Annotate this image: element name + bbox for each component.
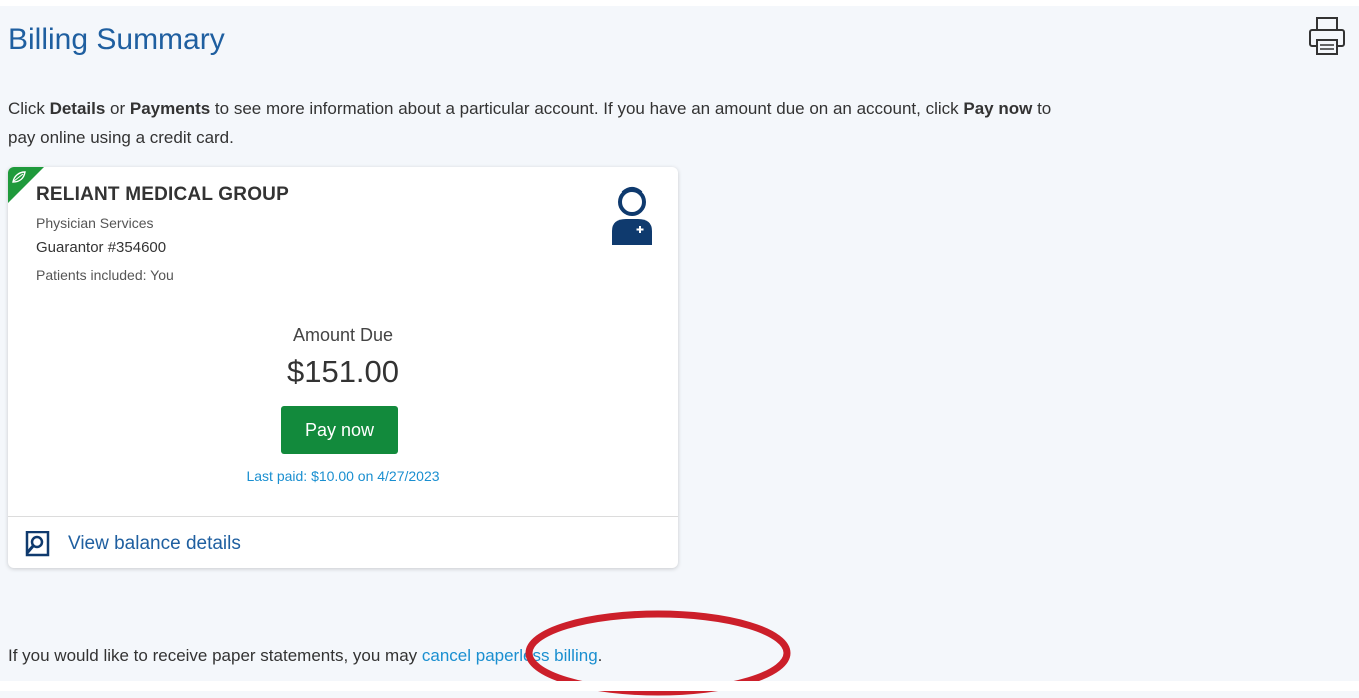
view-balance-details-label: View balance details <box>68 533 241 554</box>
last-paid-info: Last paid: $10.00 on 4/27/2023 <box>246 468 440 484</box>
bottom-strip <box>0 681 1359 691</box>
intro-line-2: pay online using a credit card. <box>8 128 234 147</box>
intro-part-4: to <box>1032 99 1052 118</box>
doctor-icon <box>610 181 654 247</box>
paper-statements-text: If you would like to receive paper state… <box>8 646 422 665</box>
amount-due-label: Amount Due <box>292 325 394 345</box>
guarantor-number: Guarantor #354600 <box>36 239 167 256</box>
intro-pay-now-term: Pay now <box>963 99 1033 118</box>
patients-included: Patients included: You <box>36 267 174 283</box>
intro-details-term: Details <box>49 99 106 118</box>
intro-text: Click Details or Payments to see more in… <box>8 94 1359 152</box>
intro-payments-term: Payments <box>129 99 211 118</box>
organization-name: RELIANT MEDICAL GROUP <box>36 184 289 205</box>
service-type: Physician Services <box>36 215 154 231</box>
view-balance-details-link[interactable]: View balance details <box>24 529 241 559</box>
amount-due-value: $151.00 <box>286 354 400 389</box>
printer-icon[interactable] <box>1307 14 1347 60</box>
intro-line-1: Click Details or Payments to see more in… <box>8 94 1359 123</box>
magnifier-icon <box>24 531 50 557</box>
paper-statements-note: If you would like to receive paper state… <box>8 646 602 666</box>
cancel-paperless-billing-link[interactable]: cancel paperless billing <box>422 646 598 665</box>
top-strip <box>0 0 1359 6</box>
account-card: RELIANT MEDICAL GROUP Physician Services… <box>8 167 678 568</box>
intro-part-3: to see more information about a particul… <box>210 99 964 118</box>
paper-statements-suffix: . <box>597 646 603 665</box>
page-title: Billing Summary <box>8 23 225 56</box>
card-divider <box>8 516 678 517</box>
pay-now-button[interactable]: Pay now <box>281 406 398 454</box>
intro-part-1: Click <box>8 99 50 118</box>
intro-part-2: or <box>105 99 130 118</box>
